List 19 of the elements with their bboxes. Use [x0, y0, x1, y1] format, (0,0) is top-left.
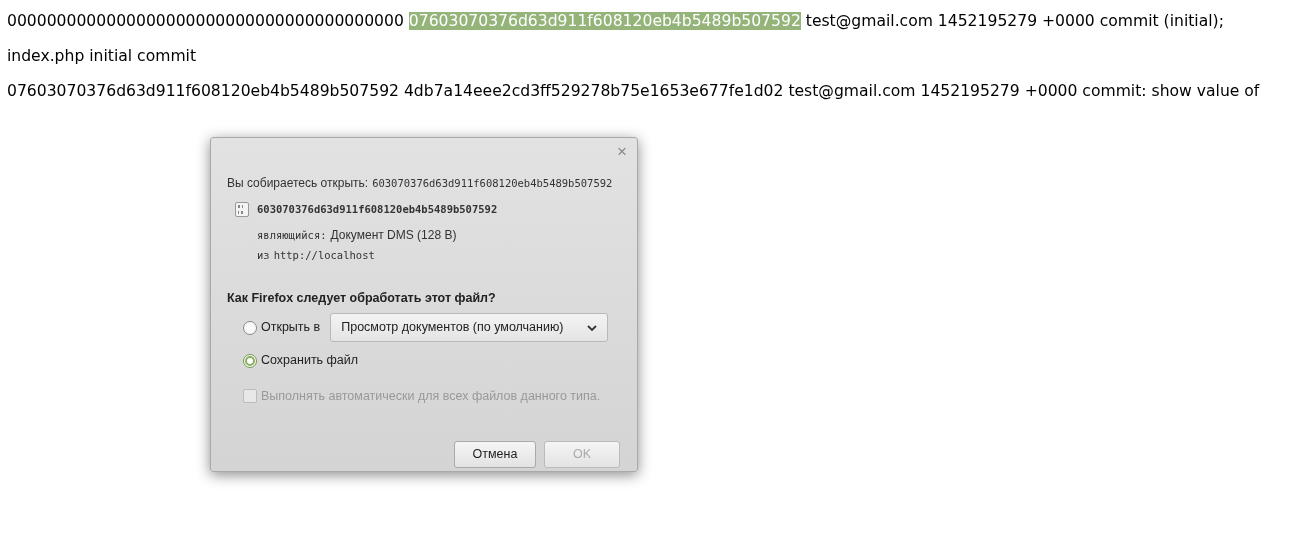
app-dropdown[interactable]: Просмотр документов (по умолчанию): [330, 313, 609, 343]
file-name: 603070376d63d911f608120eb4b5489b507592: [257, 202, 498, 217]
log-text: 0000000000000000000000000000000000000000: [7, 12, 404, 30]
log-text: index.php initial commit: [7, 47, 197, 65]
file-name: 603070376d63d911f608120eb4b5489b507592: [372, 176, 613, 191]
source-url: http://localhost: [273, 247, 375, 263]
log-text: 07603070376d63d911f608120eb4b5489b507592 4db7a14eee2cd3ff529278b75e1653e677fe1d02 test@gmail.com 1452195279 +0000 commit: show value of: [7, 82, 1260, 100]
type-label: являющийся:: [257, 227, 327, 243]
selected-text: 07603070376d63d911f608120eb4b5489b507592: [408, 12, 801, 30]
radio-option[interactable]: Сохранить файл: [243, 351, 359, 370]
log-text: test@gmail.com 1452195279 +0000 commit (initial);: [805, 12, 1224, 30]
file-type: Документ DMS (128 В): [330, 226, 457, 244]
caret-icon: [587, 324, 598, 331]
prompt-label: Вы собираетесь открыть:: [227, 175, 369, 192]
radio-option[interactable]: Открыть в: [243, 318, 321, 338]
from-label: из: [257, 247, 270, 263]
question-label: Как Firefox следует обработать этот файл?: [227, 289, 497, 307]
binary-file-icon: [235, 202, 249, 218]
cancel-button[interactable]: Отмена: [454, 440, 536, 468]
